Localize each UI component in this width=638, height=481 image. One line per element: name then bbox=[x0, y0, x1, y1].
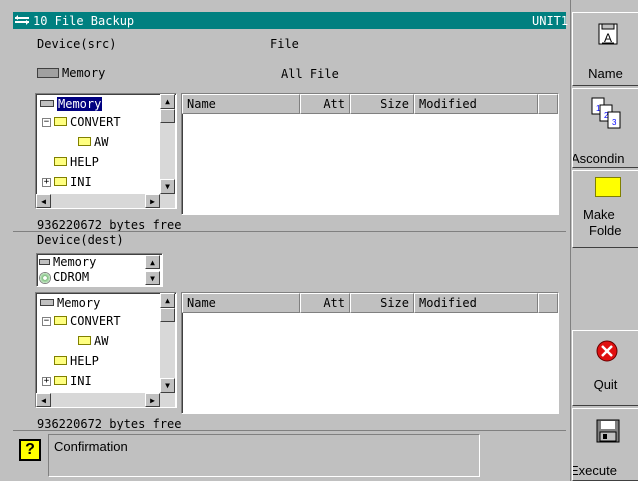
help-question-icon: ? bbox=[19, 439, 41, 461]
collapse-icon[interactable]: − bbox=[42, 317, 51, 326]
ascending-sort-icon: 123 bbox=[591, 97, 623, 134]
scroll-left-icon[interactable]: ◀ bbox=[36, 194, 51, 208]
tree-item-convert[interactable]: CONVERT bbox=[54, 313, 121, 329]
divider bbox=[13, 231, 566, 232]
dest-file-list[interactable]: Name Att Size Modified bbox=[181, 292, 559, 414]
device-dest-label: Device(dest) bbox=[37, 233, 124, 247]
app-icon bbox=[15, 14, 29, 29]
folder-icon bbox=[54, 356, 67, 365]
col-filler bbox=[538, 94, 558, 114]
src-free-space: 936220672 bytes free bbox=[37, 218, 182, 232]
scroll-down-icon[interactable]: ▼ bbox=[160, 179, 175, 194]
name-sort-icon: A bbox=[597, 23, 619, 48]
folder-icon bbox=[54, 316, 67, 325]
file-filter-value[interactable]: All File bbox=[281, 68, 339, 80]
col-modified[interactable]: Modified bbox=[414, 94, 538, 114]
scroll-down-icon[interactable]: ▼ bbox=[145, 271, 160, 285]
col-size[interactable]: Size bbox=[350, 94, 414, 114]
tree-item-memory[interactable]: Memory bbox=[40, 295, 100, 311]
save-icon bbox=[596, 419, 620, 446]
cdrom-icon bbox=[39, 271, 51, 284]
collapse-icon[interactable]: − bbox=[42, 118, 51, 127]
dest-free-space: 936220672 bytes free bbox=[37, 417, 182, 431]
src-device-value: Memory bbox=[62, 66, 106, 80]
col-name[interactable]: Name bbox=[182, 94, 300, 114]
sort-name-button[interactable]: A Name bbox=[572, 12, 638, 86]
dest-folder-tree[interactable]: Memory − CONVERT AW HELP + INI ▲ ▼ ◀ ▶ bbox=[35, 292, 177, 408]
device-src-label: Device(src) bbox=[37, 37, 117, 51]
col-att[interactable]: Att bbox=[300, 293, 350, 313]
softkey-panel: A Name 123 Ascondin Make Folde Quit Exec… bbox=[570, 0, 638, 481]
confirmation-box: Confirmation bbox=[48, 434, 480, 477]
tree-item-convert[interactable]: CONVERT bbox=[54, 114, 121, 130]
folder-icon bbox=[78, 137, 91, 146]
col-filler bbox=[538, 293, 558, 313]
scroll-up-icon[interactable]: ▲ bbox=[160, 293, 175, 308]
drive-icon bbox=[37, 67, 59, 78]
execute-button[interactable]: Execute bbox=[572, 408, 638, 481]
folder-icon bbox=[54, 117, 67, 126]
tree-item-memory[interactable]: Memory bbox=[40, 96, 103, 112]
scroll-right-icon[interactable]: ▶ bbox=[145, 194, 160, 208]
tree-vscrollbar[interactable]: ▲ ▼ bbox=[160, 94, 175, 194]
confirmation-text: Confirmation bbox=[54, 439, 128, 454]
col-name[interactable]: Name bbox=[182, 293, 300, 313]
scroll-thumb[interactable] bbox=[160, 308, 175, 322]
svg-text:3: 3 bbox=[612, 118, 617, 127]
scroll-thumb[interactable] bbox=[160, 109, 175, 123]
col-modified[interactable]: Modified bbox=[414, 293, 538, 313]
folder-icon bbox=[595, 177, 621, 197]
expand-icon[interactable]: + bbox=[42, 377, 51, 386]
dest-option-cdrom[interactable]: CDROM bbox=[39, 269, 89, 285]
drive-icon bbox=[40, 100, 54, 107]
tree-item-ini[interactable]: INI bbox=[54, 174, 92, 190]
folder-icon bbox=[54, 376, 67, 385]
make-folder-button[interactable]: Make Folde bbox=[572, 170, 638, 248]
tree-hscrollbar[interactable]: ◀ ▶ bbox=[36, 194, 175, 208]
divider bbox=[13, 430, 566, 431]
scroll-down-icon[interactable]: ▼ bbox=[160, 378, 175, 393]
col-size[interactable]: Size bbox=[350, 293, 414, 313]
folder-icon bbox=[54, 177, 67, 186]
unit-label: UNIT1 bbox=[532, 14, 569, 28]
col-att[interactable]: Att bbox=[300, 94, 350, 114]
tree-item-help[interactable]: HELP bbox=[54, 154, 99, 170]
folder-icon bbox=[78, 336, 91, 345]
empty-softkey bbox=[572, 250, 638, 328]
tree-hscrollbar[interactable]: ◀ ▶ bbox=[36, 393, 175, 407]
src-folder-tree[interactable]: Memory − CONVERT AW HELP + INI ▲ ▼ ◀ ▶ bbox=[35, 93, 177, 209]
scroll-left-icon[interactable]: ◀ bbox=[36, 393, 51, 407]
file-label: File bbox=[270, 37, 299, 51]
drive-icon bbox=[39, 258, 50, 265]
dest-option-memory[interactable]: Memory bbox=[39, 254, 96, 270]
drive-icon bbox=[40, 299, 54, 306]
scroll-up-icon[interactable]: ▲ bbox=[160, 94, 175, 109]
expand-icon[interactable]: + bbox=[42, 178, 51, 187]
src-device-select[interactable]: Memory bbox=[37, 66, 127, 80]
folder-icon bbox=[54, 157, 67, 166]
close-icon bbox=[596, 340, 618, 365]
tree-item-ini[interactable]: INI bbox=[54, 373, 92, 389]
scroll-right-icon[interactable]: ▶ bbox=[145, 393, 160, 407]
sort-ascending-button[interactable]: 123 Ascondin bbox=[572, 88, 638, 168]
window-title: 10 File Backup bbox=[33, 14, 135, 28]
tree-item-aw[interactable]: AW bbox=[78, 134, 108, 150]
title-bar: 10 File Backup UNIT1 bbox=[13, 12, 569, 29]
tree-item-help[interactable]: HELP bbox=[54, 353, 99, 369]
scroll-up-icon[interactable]: ▲ bbox=[145, 255, 160, 269]
tree-vscrollbar[interactable]: ▲ ▼ bbox=[160, 293, 175, 393]
quit-button[interactable]: Quit bbox=[572, 330, 638, 406]
src-file-list[interactable]: Name Att Size Modified bbox=[181, 93, 559, 215]
dest-device-list[interactable]: Memory CDROM ▲ ▼ bbox=[36, 253, 163, 287]
tree-item-aw[interactable]: AW bbox=[78, 333, 108, 349]
